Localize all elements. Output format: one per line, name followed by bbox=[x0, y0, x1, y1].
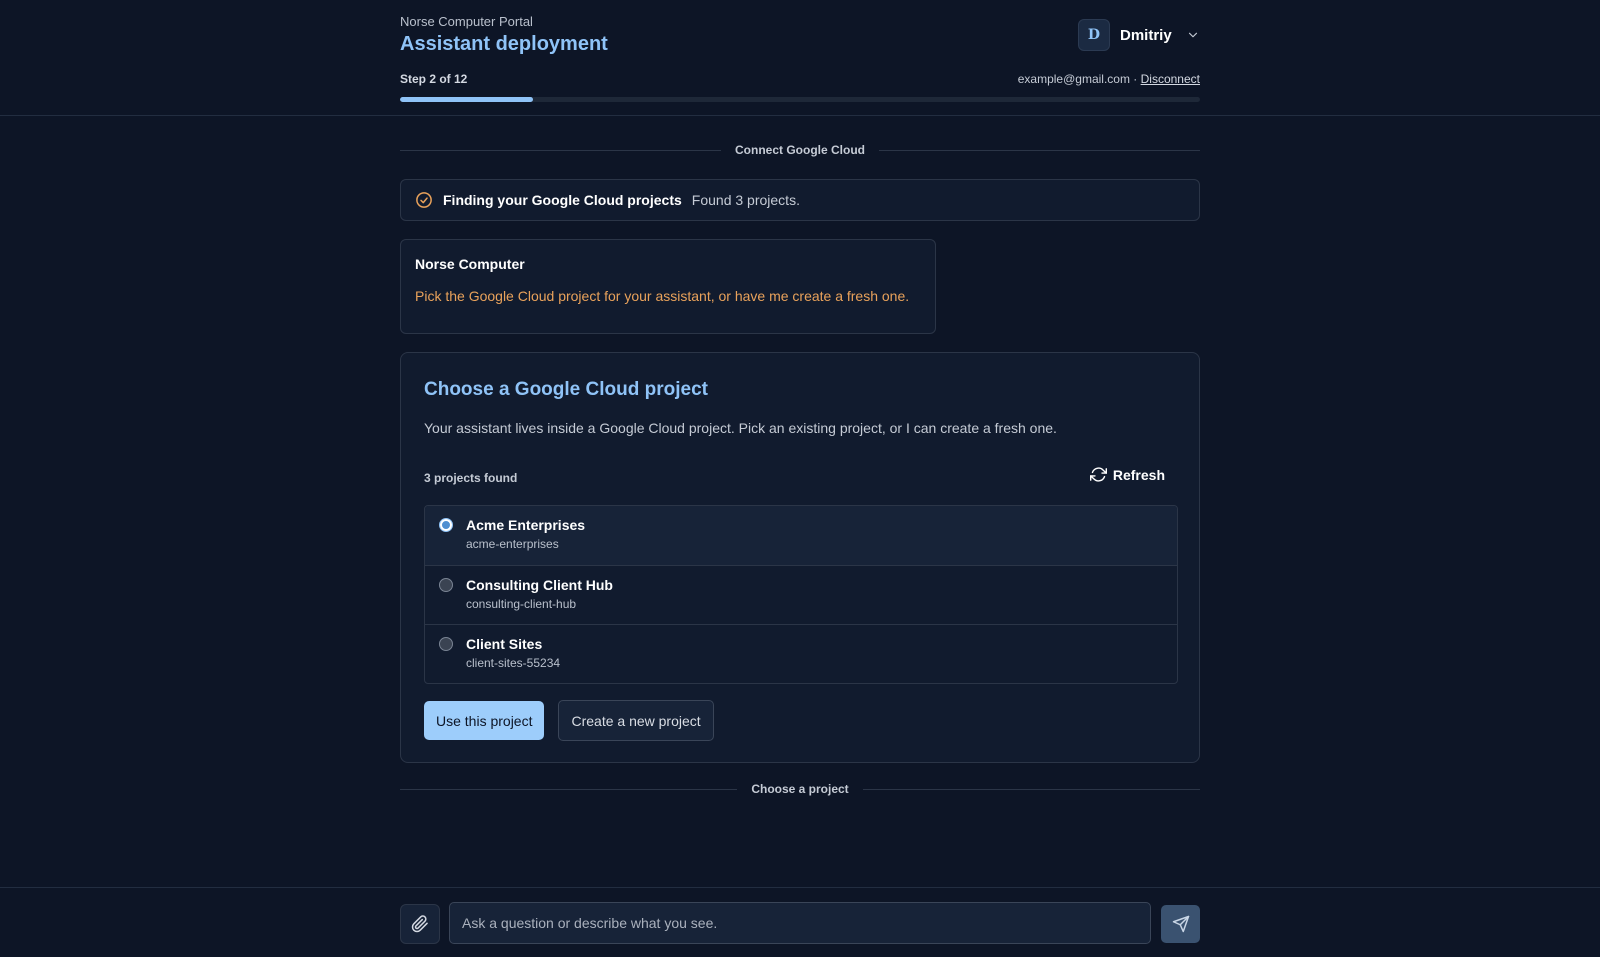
chat-input[interactable] bbox=[449, 902, 1151, 944]
send-button[interactable] bbox=[1161, 905, 1200, 943]
account-email: example@gmail.com bbox=[1017, 72, 1130, 86]
refresh-button[interactable]: Refresh bbox=[1089, 466, 1165, 483]
page-title: Assistant deployment bbox=[400, 33, 608, 55]
project-name: Acme Enterprises bbox=[466, 517, 586, 533]
disconnect-link[interactable]: Disconnect bbox=[1141, 72, 1200, 86]
projects-count: 3 projects found bbox=[424, 471, 518, 485]
account-info: example@gmail.com · Disconnect bbox=[1018, 72, 1200, 86]
divider-line bbox=[862, 788, 1201, 790]
divider-line bbox=[879, 149, 1200, 151]
status-title: Finding your Google Cloud projects bbox=[443, 192, 682, 208]
message-text: Pick the Google Cloud project for your a… bbox=[415, 288, 910, 304]
attach-button[interactable] bbox=[400, 904, 440, 944]
send-icon bbox=[1172, 915, 1190, 933]
use-project-button[interactable]: Use this project bbox=[424, 701, 545, 740]
project-id: client-sites-55234 bbox=[466, 656, 561, 670]
radio-button[interactable] bbox=[439, 637, 453, 651]
project-id: acme-enterprises bbox=[466, 537, 559, 551]
card-title: Choose a Google Cloud project bbox=[424, 379, 708, 400]
user-menu[interactable]: D Dmitriy bbox=[1078, 19, 1200, 51]
section-label: Choose a project bbox=[751, 782, 849, 796]
divider-line bbox=[400, 149, 721, 151]
section-divider-bottom: Choose a project bbox=[400, 782, 1201, 796]
refresh-icon bbox=[1089, 466, 1107, 483]
user-name: Dmitriy bbox=[1120, 26, 1172, 44]
project-name: Consulting Client Hub bbox=[466, 577, 613, 593]
project-id: consulting-client-hub bbox=[466, 597, 577, 611]
project-name: Client Sites bbox=[466, 636, 543, 652]
project-picker-card: Choose a Google Cloud project Your assis… bbox=[400, 352, 1200, 763]
project-list: Acme Enterprises acme-enterprises Consul… bbox=[424, 505, 1178, 684]
check-circle-icon bbox=[415, 191, 433, 209]
composer bbox=[0, 887, 1600, 957]
divider-line bbox=[400, 788, 738, 790]
radio-button[interactable] bbox=[439, 518, 453, 532]
avatar: D bbox=[1078, 19, 1110, 51]
portal-name: Norse Computer Portal bbox=[400, 14, 533, 29]
chevron-down-icon bbox=[1186, 28, 1200, 42]
assistant-message: Norse Computer Pick the Google Cloud pro… bbox=[400, 239, 936, 334]
progress-bar bbox=[400, 97, 1200, 102]
header: Norse Computer Portal Assistant deployme… bbox=[0, 0, 1600, 116]
radio-button[interactable] bbox=[439, 578, 453, 592]
status-message: Found 3 projects. bbox=[691, 192, 800, 208]
project-option[interactable]: Client Sites client-sites-55234 bbox=[425, 624, 1177, 683]
paperclip-icon bbox=[411, 915, 429, 933]
section-divider-top: Connect Google Cloud bbox=[400, 143, 1200, 157]
step-indicator: Step 2 of 12 bbox=[400, 72, 468, 86]
card-description: Your assistant lives inside a Google Clo… bbox=[424, 420, 1057, 436]
refresh-label: Refresh bbox=[1112, 466, 1165, 483]
progress-fill bbox=[400, 97, 534, 102]
message-author: Norse Computer bbox=[415, 256, 525, 272]
project-option[interactable]: Consulting Client Hub consulting-client-… bbox=[425, 565, 1177, 624]
status-banner: Finding your Google Cloud projects Found… bbox=[400, 179, 1200, 221]
account-separator: · bbox=[1129, 72, 1141, 86]
project-option[interactable]: Acme Enterprises acme-enterprises bbox=[425, 506, 1177, 565]
create-project-button[interactable]: Create a new project bbox=[558, 700, 714, 741]
section-label: Connect Google Cloud bbox=[735, 143, 865, 157]
